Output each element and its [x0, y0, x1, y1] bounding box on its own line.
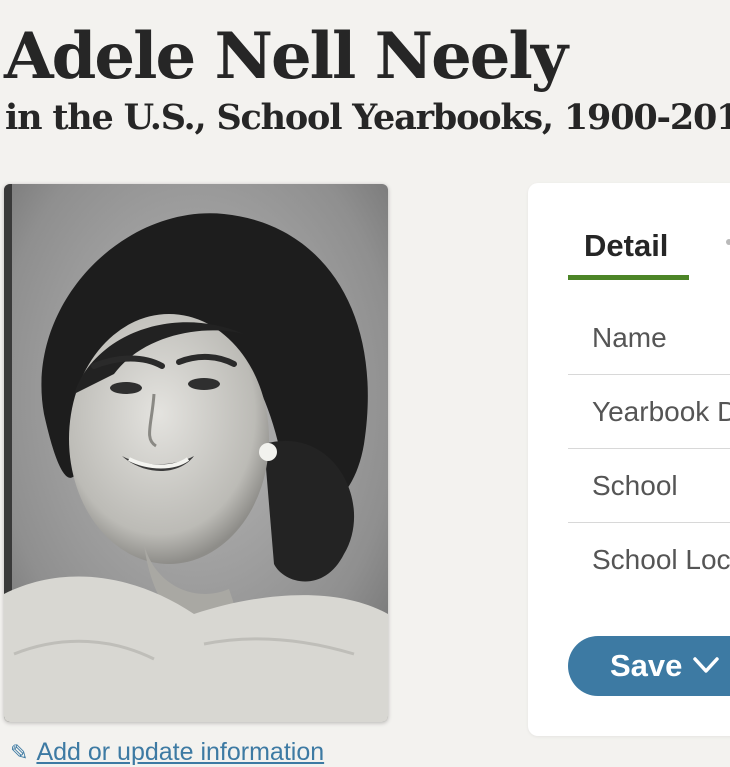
pencil-icon: ✎	[10, 740, 29, 765]
save-button[interactable]: Save	[568, 636, 730, 696]
yearbook-photo[interactable]	[4, 184, 388, 722]
row-label: Yearbook Date	[592, 396, 730, 427]
detail-row-yearbook-date: Yearbook Date	[568, 375, 730, 449]
save-button-label: Save	[610, 648, 683, 683]
detail-row-school-location: School Location	[568, 523, 730, 597]
collection-subtitle: in the U.S., School Yearbooks, 1900-2016	[5, 97, 730, 138]
tab-detail-label: Detail	[584, 228, 669, 263]
detail-card: Detail Name Yearbook Date School School …	[528, 183, 730, 736]
add-update-info-link[interactable]: ✎ Add or update information	[10, 738, 324, 767]
detail-row-name: Name	[568, 301, 730, 375]
row-label: School Location	[592, 544, 730, 575]
page-title: Adele Nell Neely	[4, 19, 568, 94]
chevron-down-icon	[693, 657, 719, 673]
tab-detail[interactable]: Detail	[568, 226, 689, 280]
portrait-image	[4, 184, 388, 722]
detail-row-school: School	[568, 449, 730, 523]
row-label: School	[592, 470, 678, 501]
add-update-info-label: Add or update information	[36, 738, 325, 766]
next-tab-indicator[interactable]	[726, 239, 730, 245]
row-label: Name	[592, 322, 667, 353]
